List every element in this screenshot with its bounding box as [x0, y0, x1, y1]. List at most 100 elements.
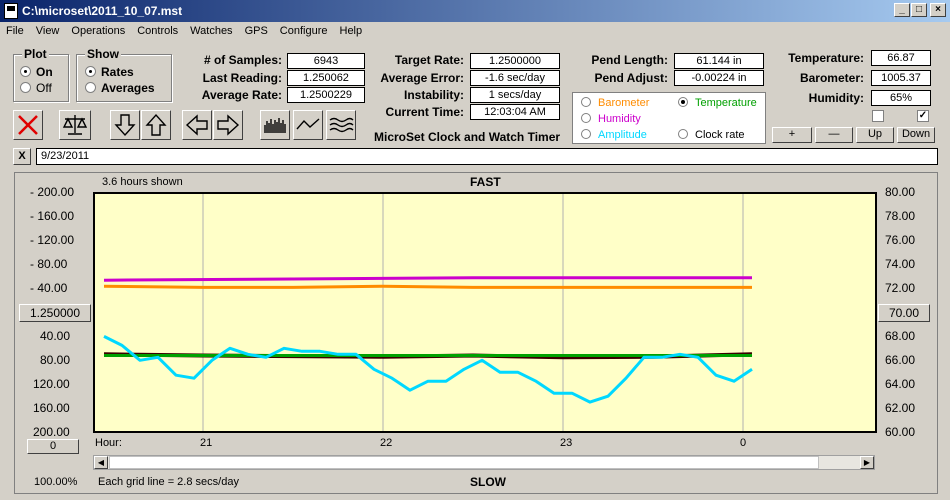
plot-group: Plot On Off: [13, 47, 69, 102]
right-tick-label: 76.00: [885, 233, 916, 247]
radio-selected-icon: [85, 66, 96, 77]
left-tick-label: 120.00: [33, 377, 70, 391]
menu-gps[interactable]: GPS: [239, 22, 274, 37]
line-view-button[interactable]: [293, 110, 323, 140]
scale-icon: [62, 115, 88, 135]
left-tick-label: 160.00: [33, 401, 70, 415]
plot-off-radio[interactable]: Off: [20, 81, 52, 95]
left-arrow-button[interactable]: [182, 110, 212, 140]
radio-empty-icon: [581, 129, 591, 139]
scroll-left-arrow-icon[interactable]: ◀: [94, 456, 108, 469]
arrow-right-icon: [217, 114, 240, 136]
center-rate-button[interactable]: 1.250000: [19, 304, 91, 322]
humidity-label: Humidity:: [808, 91, 864, 105]
x-tick-label: 21: [200, 437, 213, 449]
target-rate-value: 1.2500000: [470, 53, 560, 69]
right-tick-label: 66.00: [885, 353, 916, 367]
humidity-value: 65%: [871, 90, 931, 106]
radio-empty-icon: [20, 82, 31, 93]
pend-length-label: Pend Length:: [591, 53, 668, 67]
barometer-value: 1005.37: [871, 70, 931, 86]
menu-controls[interactable]: Controls: [131, 22, 184, 37]
down-button[interactable]: Down: [897, 127, 935, 143]
radio-empty-icon: [85, 82, 96, 93]
show-averages-radio[interactable]: Averages: [85, 81, 155, 95]
legend-humidity[interactable]: Humidity: [581, 113, 641, 125]
plot-on-radio[interactable]: On: [20, 65, 53, 79]
close-note-button[interactable]: X: [13, 148, 31, 165]
radio-empty-icon: [581, 113, 591, 123]
legend-barometer[interactable]: Barometer: [581, 97, 649, 109]
x-tick-label: 23: [560, 437, 573, 449]
left-tick-label: 200.00: [33, 425, 70, 439]
menu-view[interactable]: View: [30, 22, 66, 37]
menu-help[interactable]: Help: [334, 22, 369, 37]
scroll-thumb[interactable]: [109, 456, 819, 469]
close-button[interactable]: ×: [930, 3, 946, 17]
balance-button[interactable]: [59, 110, 91, 140]
menu-operations[interactable]: Operations: [65, 22, 131, 37]
app-icon: [4, 3, 18, 19]
menu-configure[interactable]: Configure: [274, 22, 334, 37]
instability-value: 1 secs/day: [470, 87, 560, 103]
minus-button[interactable]: —: [815, 127, 853, 143]
samples-value: 6943: [287, 53, 365, 69]
grid-note: Each grid line = 2.8 secs/day: [98, 476, 239, 488]
left-tick-label: - 40.00: [30, 281, 68, 295]
hours-shown-label: 3.6 hours shown: [102, 176, 183, 188]
arrow-up-icon: [145, 113, 167, 136]
offset-button[interactable]: 0: [27, 439, 79, 454]
pend-length-value: 61.144 in: [674, 53, 764, 69]
maximize-button[interactable]: □: [911, 3, 927, 17]
right-checkbox[interactable]: ✓: [917, 110, 929, 122]
left-tick-label: - 160.00: [30, 209, 75, 223]
legend-amplitude[interactable]: Amplitude: [581, 129, 647, 141]
menu-file[interactable]: File: [0, 22, 30, 37]
time-scrollbar[interactable]: ◀ ▶: [93, 455, 875, 470]
wave-view-button[interactable]: [326, 110, 356, 140]
minimize-button[interactable]: _: [894, 3, 910, 17]
left-tick-label: - 80.00: [30, 257, 68, 271]
show-rates-radio[interactable]: Rates: [85, 65, 134, 79]
right-tick-label: 68.00: [885, 329, 916, 343]
right-axis-button[interactable]: 70.00: [878, 304, 930, 322]
right-arrow-button[interactable]: [213, 110, 243, 140]
right-tick-label: 72.00: [885, 281, 916, 295]
current-time-value: 12:03:04 AM: [470, 104, 560, 120]
radio-empty-icon: [581, 97, 591, 107]
left-checkbox[interactable]: [872, 110, 884, 122]
show-group: Show Rates Averages: [76, 47, 172, 102]
plot-group-title: Plot: [22, 47, 49, 61]
legend-clock-rate[interactable]: Clock rate: [678, 129, 745, 141]
fast-label: FAST: [470, 175, 501, 189]
target-rate-label: Target Rate:: [394, 53, 464, 67]
bars-view-button[interactable]: [260, 110, 290, 140]
right-tick-label: 62.00: [885, 401, 916, 415]
bar-chart-icon: [264, 118, 286, 133]
temperature-label: Temperature:: [788, 51, 864, 65]
barometer-label: Barometer:: [799, 71, 864, 85]
red-x-icon: [18, 115, 38, 135]
up-button[interactable]: Up: [856, 127, 894, 143]
plot-background: [93, 192, 877, 433]
right-tick-label: 80.00: [885, 185, 916, 199]
pend-adjust-value: -0.00224 in: [674, 70, 764, 86]
down-arrow-button[interactable]: [110, 110, 140, 140]
slow-label: SLOW: [470, 475, 506, 489]
scroll-right-arrow-icon[interactable]: ▶: [860, 456, 874, 469]
x-axis-label: Hour:: [95, 437, 122, 449]
plot-area: [93, 192, 877, 433]
arrow-left-icon: [185, 114, 208, 136]
average-rate-value: 1.2500229: [287, 87, 365, 103]
average-rate-label: Average Rate:: [201, 88, 282, 102]
stop-button[interactable]: [13, 110, 43, 140]
note-field[interactable]: 9/23/2011: [36, 148, 938, 165]
legend-temperature[interactable]: Temperature: [678, 97, 757, 109]
up-arrow-button[interactable]: [141, 110, 171, 140]
app-name-label: MicroSet Clock and Watch Timer: [374, 130, 561, 144]
plus-button[interactable]: +: [772, 127, 812, 143]
right-tick-label: 74.00: [885, 257, 916, 271]
pend-adjust-label: Pend Adjust:: [594, 71, 668, 85]
average-error-value: -1.6 sec/day: [470, 70, 560, 86]
menu-watches[interactable]: Watches: [184, 22, 238, 37]
